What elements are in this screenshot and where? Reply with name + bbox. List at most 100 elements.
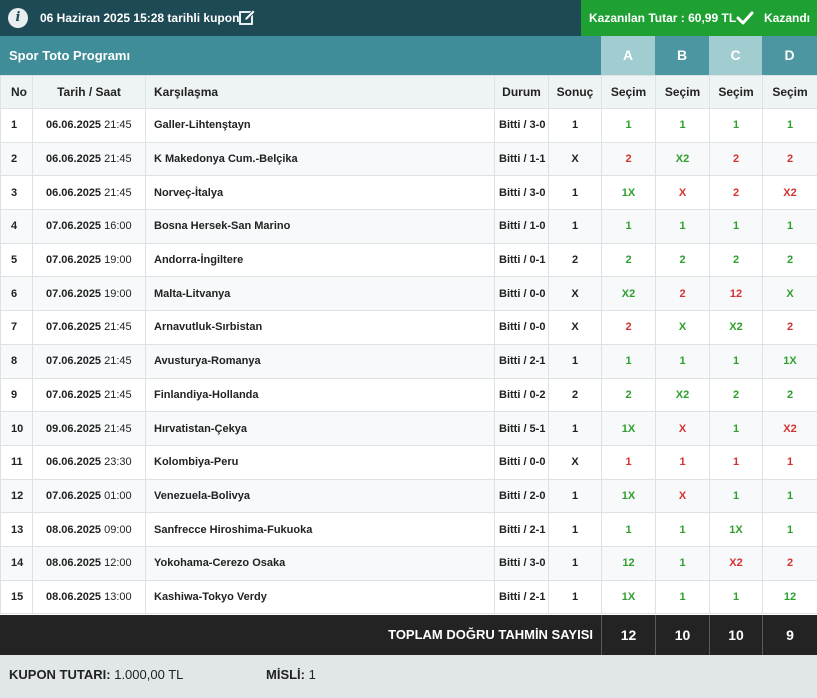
pick-b: X2 (655, 141, 710, 177)
match-datetime: 07.06.2025 21:45 (32, 343, 146, 379)
match-name: Kashiwa-Tokyo Verdy (145, 579, 495, 615)
match-status: Bitti / 2-1 (494, 579, 549, 615)
match-status: Bitti / 5-1 (494, 411, 549, 446)
pick-a: 1 (601, 343, 656, 379)
pick-d: 2 (762, 377, 817, 413)
totals-label: TOPLAM DOĞRU TAHMİN SAYISI (388, 627, 593, 642)
match-date: 06.06.2025 (46, 186, 102, 199)
header-match: Karşılaşma (145, 75, 495, 109)
match-datetime: 06.06.2025 21:45 (32, 141, 146, 177)
pick-c: 2 (709, 175, 763, 211)
match-date: 07.06.2025 (46, 287, 102, 300)
match-status: Bitti / 0-2 (494, 377, 549, 413)
pick-b: 1 (655, 545, 710, 581)
pick-d: 1 (762, 512, 817, 547)
match-time: 21:45 (104, 119, 132, 132)
row-number: 9 (0, 377, 33, 413)
match-status: Bitti / 0-1 (494, 242, 549, 278)
pick-b: X (655, 411, 710, 446)
edit-icon[interactable] (238, 9, 256, 27)
pick-c: 1 (709, 108, 763, 143)
pick-d: 1 (762, 478, 817, 514)
coupon-amount-label: KUPON TUTARI: (9, 667, 111, 682)
row-number: 7 (0, 310, 33, 345)
match-status: Bitti / 3-0 (494, 108, 549, 143)
match-date: 07.06.2025 (46, 220, 102, 233)
match-datetime: 06.06.2025 21:45 (32, 175, 146, 211)
match-name: Yokohama-Cerezo Osaka (145, 545, 495, 581)
match-name: Avusturya-Romanya (145, 343, 495, 379)
pick-a: 1X (601, 478, 656, 514)
pick-a: 2 (601, 141, 656, 177)
total-b: 10 (655, 615, 709, 655)
pick-d: 12 (762, 579, 817, 615)
match-datetime: 09.06.2025 21:45 (32, 411, 146, 446)
pick-a: 1X (601, 579, 656, 615)
header-pick-b: Seçim (655, 75, 710, 109)
match-time: 21:45 (104, 388, 132, 401)
pick-c: 12 (709, 276, 763, 312)
header-result: Sonuç (548, 75, 602, 109)
match-name: Andorra-İngiltere (145, 242, 495, 278)
row-number: 5 (0, 242, 33, 278)
table-row: 8 07.06.2025 21:45 Avusturya-Romanya Bitti … (0, 343, 817, 379)
won-status-box: Kazanılan Tutar : 60,99 TL Kazandı (581, 0, 817, 36)
pick-b: 2 (655, 242, 710, 278)
pick-a: 1 (601, 512, 656, 547)
pick-b: X (655, 310, 710, 345)
header-status: Durum (494, 75, 549, 109)
pick-d: X (762, 276, 817, 312)
row-number: 10 (0, 411, 33, 446)
match-result: 2 (548, 377, 602, 413)
match-date: 07.06.2025 (46, 254, 102, 267)
match-status: Bitti / 0-0 (494, 444, 549, 480)
pick-d: X2 (762, 175, 817, 211)
row-number: 6 (0, 276, 33, 312)
total-a: 12 (601, 615, 655, 655)
table-row: 11 06.06.2025 23:30 Kolombiya-Peru Bitti / … (0, 444, 817, 480)
header-no: No (0, 75, 33, 109)
match-status: Bitti / 2-0 (494, 478, 549, 514)
pick-c: X2 (709, 545, 763, 581)
match-date: 07.06.2025 (46, 355, 102, 368)
table-header-row: No Tarih / Saat Karşılaşma Durum Sonuç S… (0, 75, 817, 109)
match-time: 12:00 (104, 557, 132, 570)
check-icon (736, 11, 754, 25)
info-icon[interactable]: i (8, 8, 28, 28)
match-status: Bitti / 0-0 (494, 276, 549, 312)
match-time: 13:00 (104, 590, 132, 603)
pick-d: 1 (762, 444, 817, 480)
column-c-header: C (709, 36, 762, 75)
pick-c: 1 (709, 478, 763, 514)
match-datetime: 07.06.2025 19:00 (32, 276, 146, 312)
header-datetime: Tarih / Saat (32, 75, 146, 109)
row-number: 3 (0, 175, 33, 211)
table-row: 9 07.06.2025 21:45 Finlandiya-Hollanda Bitt… (0, 377, 817, 413)
table-row: 10 09.06.2025 21:45 Hırvatistan-Çekya Bitti… (0, 411, 817, 446)
row-number: 12 (0, 478, 33, 514)
match-time: 01:00 (104, 489, 132, 502)
match-status: Bitti / 3-0 (494, 545, 549, 581)
match-result: X (548, 141, 602, 177)
column-a-header: A (601, 36, 655, 75)
pick-c: 1 (709, 411, 763, 446)
match-name: Venezuela-Bolivya (145, 478, 495, 514)
pick-b: X (655, 478, 710, 514)
pick-c: 1 (709, 343, 763, 379)
match-status: Bitti / 0-0 (494, 310, 549, 345)
table-row: 12 07.06.2025 01:00 Venezuela-Bolivya Bitti… (0, 478, 817, 514)
pick-d: 2 (762, 242, 817, 278)
pick-d: 2 (762, 141, 817, 177)
row-number: 1 (0, 108, 33, 143)
match-datetime: 07.06.2025 21:45 (32, 310, 146, 345)
pick-a: 1X (601, 411, 656, 446)
match-time: 19:00 (104, 287, 132, 300)
coupon-title: 06 Haziran 2025 15:28 tarihli kupon (40, 11, 240, 25)
row-number: 2 (0, 141, 33, 177)
match-name: Galler-Lihtenştayn (145, 108, 495, 143)
pick-b: 2 (655, 276, 710, 312)
pick-a: 1 (601, 444, 656, 480)
table-row: 15 08.06.2025 13:00 Kashiwa-Tokyo Verdy Bit… (0, 579, 817, 615)
header-pick-a: Seçim (601, 75, 656, 109)
table-row: 3 06.06.2025 21:45 Norveç-İtalya Bitti / 3-… (0, 175, 817, 211)
